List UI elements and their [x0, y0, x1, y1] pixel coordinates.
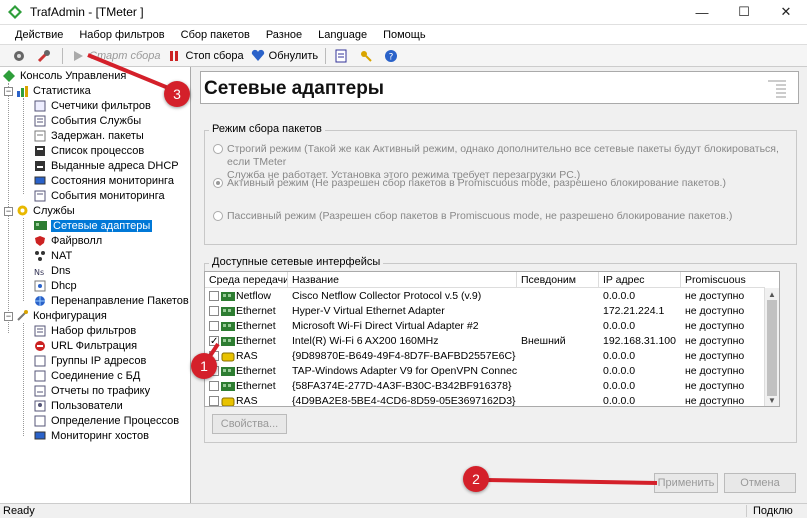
annotation-arrows — [87, 53, 658, 485]
callout-2-badge: 2 — [463, 466, 489, 492]
arrow-2-line — [485, 478, 658, 485]
callout-3-badge: 3 — [164, 81, 190, 107]
callout-1-badge: 1 — [191, 353, 217, 379]
